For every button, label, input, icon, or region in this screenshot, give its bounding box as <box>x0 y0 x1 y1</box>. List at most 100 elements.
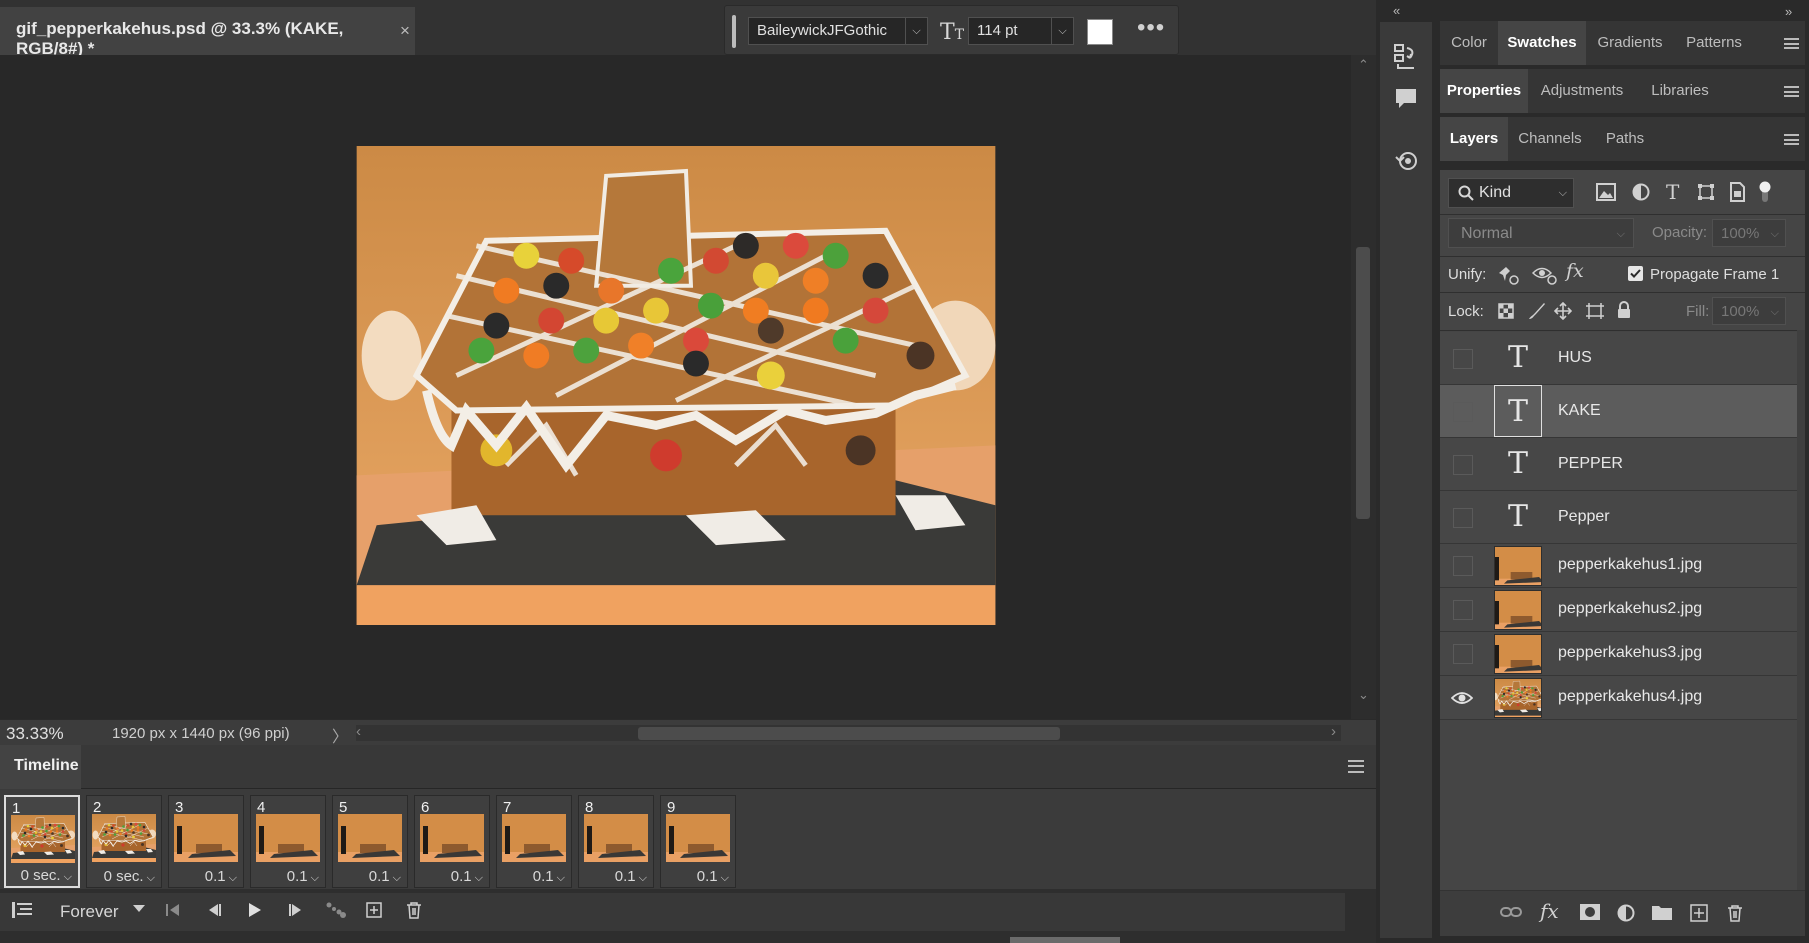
comments-icon[interactable] <box>1394 87 1418 111</box>
layer-row[interactable]: T HUS <box>1440 332 1797 385</box>
horizontal-scroll-thumb[interactable] <box>638 727 1060 740</box>
status-menu-arrow[interactable]: 〉 <box>332 723 348 747</box>
adjustment-filter-icon[interactable] <box>1632 183 1650 201</box>
scroll-up-icon[interactable]: ⌃ <box>1358 57 1369 73</box>
layer-row[interactable]: pepperkakehus2.jpg <box>1440 588 1797 632</box>
unify-position-icon[interactable] <box>1496 265 1520 285</box>
vertical-scroll-thumb[interactable] <box>1356 247 1370 519</box>
next-frame-icon[interactable] <box>287 901 305 919</box>
tab-layers[interactable]: Layers <box>1440 117 1508 161</box>
lock-transparency-icon[interactable] <box>1498 303 1514 319</box>
visibility-toggle[interactable] <box>1453 348 1473 369</box>
panel-menu-icon[interactable] <box>1348 760 1364 773</box>
tab-channels[interactable]: Channels <box>1508 117 1592 161</box>
frame-delay-select[interactable]: 0.1 ⌵ <box>251 868 325 885</box>
animation-frame[interactable]: 20 sec. ⌵ <box>86 795 162 888</box>
duplicate-frame-icon[interactable] <box>365 901 383 919</box>
animation-frame[interactable]: 5 0.1 ⌵ <box>332 795 408 888</box>
scroll-left-icon[interactable]: ‹ <box>356 723 361 740</box>
previous-frame-icon[interactable] <box>205 901 223 919</box>
animation-frame[interactable]: 10 sec. ⌵ <box>4 795 80 888</box>
horizontal-scrollbar[interactable]: ‹ › <box>356 723 1341 741</box>
visibility-toggle[interactable] <box>1453 507 1473 528</box>
more-options-button[interactable]: ••• <box>1137 14 1165 42</box>
lock-all-icon[interactable] <box>1616 301 1632 319</box>
frame-delay-select[interactable]: 0.1 ⌵ <box>497 868 571 885</box>
toolbar-grip-handle[interactable] <box>732 15 736 48</box>
animation-frame[interactable]: 6 0.1 ⌵ <box>414 795 490 888</box>
layer-row[interactable]: T KAKE <box>1440 385 1797 438</box>
first-frame-icon[interactable] <box>164 901 182 919</box>
propagate-checkbox[interactable] <box>1628 266 1643 281</box>
frame-delay-select[interactable]: 0.1 ⌵ <box>579 868 653 885</box>
frame-delay-select[interactable]: 0 sec. ⌵ <box>6 867 78 884</box>
animation-frame[interactable]: 8 0.1 ⌵ <box>578 795 654 888</box>
loop-options-select[interactable]: Forever <box>60 902 119 922</box>
opacity-input[interactable]: 100% ⌵ <box>1712 219 1786 247</box>
layer-row[interactable]: pepperkakehus4.jpg <box>1440 676 1797 720</box>
unify-style-icon[interactable]: fx <box>1566 260 1584 282</box>
font-size-select[interactable]: 114 pt ⌵ <box>968 17 1074 45</box>
frame-delay-select[interactable]: 0.1 ⌵ <box>415 868 489 885</box>
animation-frame[interactable]: 4 0.1 ⌵ <box>250 795 326 888</box>
vertical-scrollbar[interactable]: ⌃ ⌄ <box>1351 55 1376 719</box>
fill-input[interactable]: 100% ⌵ <box>1712 297 1786 325</box>
frame-delay-select[interactable]: 0.1 ⌵ <box>169 868 243 885</box>
tab-patterns[interactable]: Patterns <box>1674 21 1754 65</box>
link-layers-icon[interactable] <box>1500 904 1522 920</box>
animation-frame[interactable]: 7 0.1 ⌵ <box>496 795 572 888</box>
delete-layer-icon[interactable] <box>1726 904 1744 922</box>
shape-filter-icon[interactable] <box>1697 183 1715 201</box>
layer-style-icon[interactable]: fx <box>1540 899 1559 923</box>
panel-menu-icon[interactable] <box>1784 86 1799 97</box>
properties-history-icon[interactable] <box>1394 149 1420 173</box>
visibility-toggle[interactable] <box>1453 454 1473 475</box>
document-tab[interactable]: gif_pepperkakehus.psd @ 33.3% (KAKE, RGB… <box>0 7 415 58</box>
tab-timeline[interactable]: Timeline <box>0 745 81 789</box>
image-filter-icon[interactable] <box>1596 183 1616 201</box>
visibility-toggle[interactable] <box>1453 556 1473 576</box>
history-icon[interactable] <box>1394 44 1418 70</box>
blend-mode-select[interactable]: Normal ⌵ <box>1448 218 1634 248</box>
tab-adjustments[interactable]: Adjustments <box>1528 69 1636 113</box>
panel-menu-icon[interactable] <box>1784 38 1799 49</box>
close-tab-button[interactable]: × <box>400 21 410 41</box>
frame-delay-select[interactable]: 0.1 ⌵ <box>333 868 407 885</box>
new-group-icon[interactable] <box>1652 904 1672 920</box>
add-mask-icon[interactable] <box>1580 904 1600 920</box>
font-family-select[interactable]: BaileywickJFGothic ⌵ <box>748 17 928 45</box>
tab-paths[interactable]: Paths <box>1592 117 1658 161</box>
collapse-icon[interactable]: » <box>1785 4 1792 19</box>
collapse-icon[interactable]: « <box>1393 3 1400 18</box>
scroll-right-icon[interactable]: › <box>1331 723 1336 740</box>
layer-row[interactable]: pepperkakehus1.jpg <box>1440 544 1797 588</box>
layer-row[interactable]: T PEPPER <box>1440 438 1797 491</box>
lock-pixels-icon[interactable] <box>1528 302 1546 320</box>
layer-row[interactable]: pepperkakehus3.jpg <box>1440 632 1797 676</box>
frame-delay-select[interactable]: 0.1 ⌵ <box>661 868 735 885</box>
filter-toggle-icon[interactable] <box>1758 181 1772 203</box>
tween-icon[interactable] <box>325 901 347 919</box>
new-layer-icon[interactable] <box>1690 904 1708 922</box>
lock-artboard-icon[interactable] <box>1585 302 1605 320</box>
new-adjustment-layer-icon[interactable] <box>1617 904 1635 922</box>
layer-row[interactable]: T Pepper <box>1440 491 1797 544</box>
visibility-toggle[interactable] <box>1453 401 1473 422</box>
visibility-toggle[interactable] <box>1453 600 1473 620</box>
smart-object-filter-icon[interactable] <box>1728 182 1746 202</box>
unify-visibility-icon[interactable] <box>1532 265 1558 285</box>
text-color-swatch[interactable] <box>1087 19 1113 45</box>
eye-icon[interactable] <box>1451 690 1473 706</box>
tab-properties[interactable]: Properties <box>1440 69 1528 113</box>
visibility-toggle[interactable] <box>1453 644 1473 664</box>
document-canvas-image[interactable] <box>356 146 996 625</box>
zoom-level[interactable]: 33.33% <box>6 724 64 744</box>
play-icon[interactable] <box>245 901 263 919</box>
tab-libraries[interactable]: Libraries <box>1636 69 1724 113</box>
animation-frame[interactable]: 9 0.1 ⌵ <box>660 795 736 888</box>
tab-gradients[interactable]: Gradients <box>1586 21 1674 65</box>
scroll-down-icon[interactable]: ⌄ <box>1358 687 1369 703</box>
tab-swatches[interactable]: Swatches <box>1498 21 1586 65</box>
layer-kind-filter[interactable]: Kind ⌵ <box>1448 178 1574 208</box>
text-filter-icon[interactable]: T <box>1666 180 1679 204</box>
